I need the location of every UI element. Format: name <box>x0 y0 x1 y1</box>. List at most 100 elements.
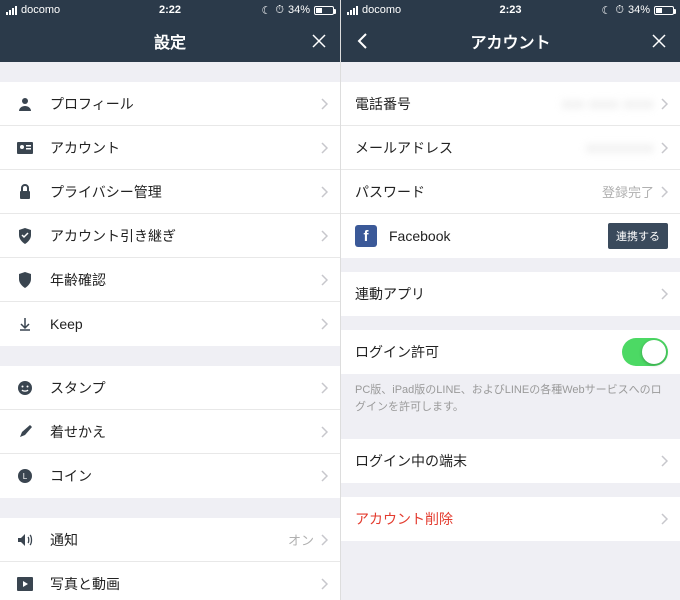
row-account[interactable]: アカウント <box>0 126 340 170</box>
clock: 2:23 <box>499 4 521 16</box>
row-email[interactable]: メールアドレス xxxxxxxxx <box>341 126 680 170</box>
alarm-icon: ⏱ <box>615 4 624 17</box>
row-takeover[interactable]: アカウント引き継ぎ <box>0 214 340 258</box>
row-media[interactable]: 写真と動画 <box>0 562 340 600</box>
phone-settings: docomo 2:22 ☾ ⏱ 34% 設定 プロフィール アカウント <box>0 0 340 600</box>
chevron-right-icon <box>320 186 328 198</box>
settings-group-shop: スタンプ 着せかえ L コイン <box>0 366 340 498</box>
close-button[interactable] <box>638 20 680 62</box>
row-phone[interactable]: 電話番号 xxx xxxx xxxx <box>341 82 680 126</box>
nav-bar: 設定 <box>0 20 340 62</box>
battery-pct: 34% <box>628 4 650 16</box>
delete-account-group: アカウント削除 <box>341 497 680 541</box>
row-value: オン <box>288 530 314 549</box>
status-bar: docomo 2:22 ☾ ⏱ 34% <box>0 0 340 20</box>
back-button[interactable] <box>341 20 383 62</box>
row-label: アカウント引き継ぎ <box>50 226 320 246</box>
linked-apps-group: 連動アプリ <box>341 272 680 316</box>
shield-icon <box>14 228 36 244</box>
close-button[interactable] <box>298 20 340 62</box>
battery-icon <box>654 6 674 15</box>
row-label: アカウント削除 <box>355 509 660 529</box>
logged-in-devices-group: ログイン中の端末 <box>341 439 680 483</box>
smile-icon <box>14 380 36 396</box>
row-label: 着せかえ <box>50 422 320 442</box>
chevron-right-icon <box>320 318 328 330</box>
chevron-right-icon <box>320 578 328 590</box>
row-label: Facebook <box>389 228 608 244</box>
row-label: メールアドレス <box>355 138 587 158</box>
media-icon <box>14 577 36 591</box>
phone-account: docomo 2:23 ☾ ⏱ 34% アカウント 電話番号 xxx xxxx … <box>340 0 680 600</box>
status-bar: docomo 2:23 ☾ ⏱ 34% <box>341 0 680 20</box>
login-allow-group: ログイン許可 <box>341 330 680 374</box>
settings-content: プロフィール アカウント プライバシー管理 アカウント引き継ぎ 年齢確認 <box>0 62 340 600</box>
chevron-right-icon <box>660 455 668 467</box>
speaker-icon <box>14 533 36 547</box>
chevron-right-icon <box>660 142 668 154</box>
carrier-label: docomo <box>362 4 401 16</box>
row-label: 年齢確認 <box>50 270 320 290</box>
settings-group-profile: プロフィール アカウント プライバシー管理 アカウント引き継ぎ 年齢確認 <box>0 82 340 346</box>
facebook-icon: f <box>355 225 377 247</box>
chevron-right-icon <box>320 230 328 242</box>
nav-bar: アカウント <box>341 20 680 62</box>
moon-icon: ☾ <box>262 4 272 17</box>
row-privacy[interactable]: プライバシー管理 <box>0 170 340 214</box>
lock-icon <box>14 184 36 200</box>
row-profile[interactable]: プロフィール <box>0 82 340 126</box>
close-icon <box>650 32 668 50</box>
row-label: パスワード <box>355 182 602 202</box>
row-keep[interactable]: Keep <box>0 302 340 346</box>
row-facebook: f Facebook 連携する <box>341 214 680 258</box>
row-label: プロフィール <box>50 94 320 114</box>
row-label: ログイン許可 <box>355 342 622 362</box>
coin-icon: L <box>14 468 36 484</box>
row-login-allow: ログイン許可 <box>341 330 680 374</box>
chevron-left-icon <box>356 32 368 50</box>
signal-icon <box>6 6 17 15</box>
chevron-right-icon <box>320 382 328 394</box>
row-age[interactable]: 年齢確認 <box>0 258 340 302</box>
page-title: アカウント <box>470 29 550 53</box>
battery-pct: 34% <box>288 4 310 16</box>
page-title: 設定 <box>154 29 186 53</box>
chevron-right-icon <box>320 98 328 110</box>
chevron-right-icon <box>320 274 328 286</box>
carrier-label: docomo <box>21 4 60 16</box>
row-value: xxxxxxxxx <box>587 140 655 155</box>
row-theme[interactable]: 着せかえ <box>0 410 340 454</box>
row-label: 通知 <box>50 530 288 550</box>
row-value: xxx xxxx xxxx <box>562 96 654 111</box>
facebook-link-button[interactable]: 連携する <box>608 223 668 249</box>
chevron-right-icon <box>660 186 668 198</box>
alarm-icon: ⏱ <box>275 4 284 17</box>
row-password[interactable]: パスワード 登録完了 <box>341 170 680 214</box>
moon-icon: ☾ <box>602 4 612 17</box>
person-icon <box>14 96 36 112</box>
chevron-right-icon <box>320 142 328 154</box>
row-label: アカウント <box>50 138 320 158</box>
row-notification[interactable]: 通知 オン <box>0 518 340 562</box>
chevron-right-icon <box>660 288 668 300</box>
chevron-right-icon <box>320 470 328 482</box>
row-linked-apps[interactable]: 連動アプリ <box>341 272 680 316</box>
badge-icon <box>14 272 36 288</box>
row-label: スタンプ <box>50 378 320 398</box>
chevron-right-icon <box>660 513 668 525</box>
row-label: 連動アプリ <box>355 284 660 304</box>
row-coin[interactable]: L コイン <box>0 454 340 498</box>
row-delete-account[interactable]: アカウント削除 <box>341 497 680 541</box>
row-label: Keep <box>50 316 320 332</box>
row-label: 写真と動画 <box>50 574 320 594</box>
svg-text:L: L <box>23 472 28 481</box>
row-stamp[interactable]: スタンプ <box>0 366 340 410</box>
row-logged-in-devices[interactable]: ログイン中の端末 <box>341 439 680 483</box>
row-label: プライバシー管理 <box>50 182 320 202</box>
login-allow-toggle[interactable] <box>622 338 668 366</box>
chevron-right-icon <box>320 426 328 438</box>
battery-icon <box>314 6 334 15</box>
login-allow-note: PC版、iPad版のLINE、およびLINEの各種Webサービスへのログインを許… <box>341 374 680 425</box>
close-icon <box>310 32 328 50</box>
account-content: 電話番号 xxx xxxx xxxx メールアドレス xxxxxxxxx パスワ… <box>341 62 680 600</box>
